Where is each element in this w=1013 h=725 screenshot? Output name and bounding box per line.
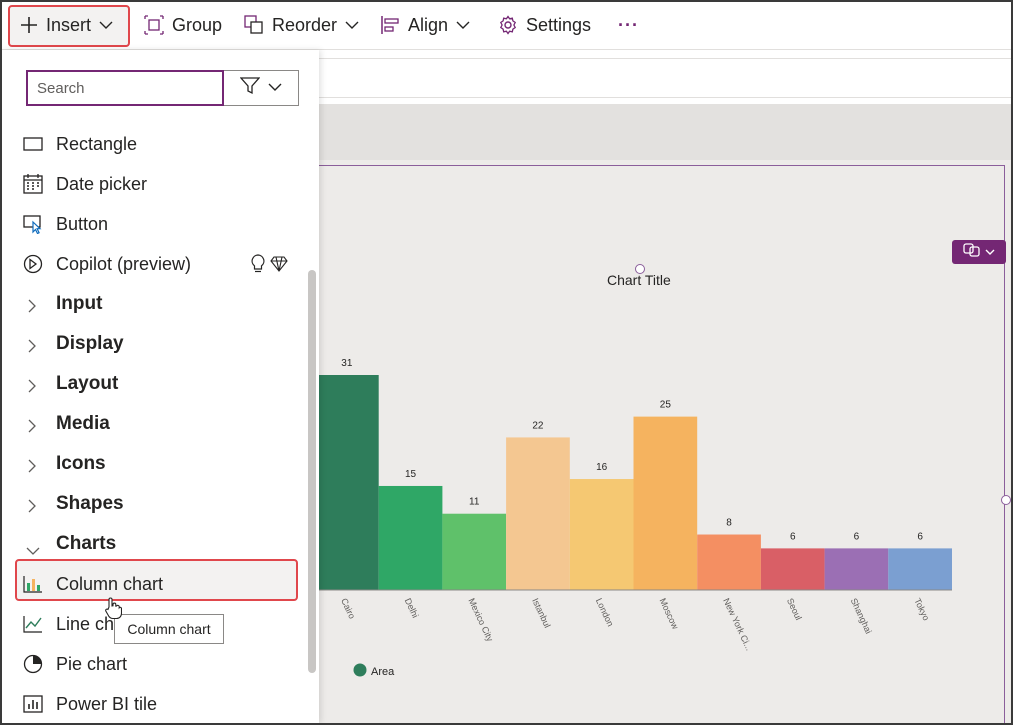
pane-scrollbar[interactable] xyxy=(308,270,316,673)
category-charts[interactable]: Charts xyxy=(2,524,302,564)
chevron-right-icon xyxy=(28,417,36,438)
insert-item-label: Date picker xyxy=(56,173,148,194)
insert-item-rectangle[interactable]: Rectangle xyxy=(2,124,302,164)
category-media[interactable]: Media xyxy=(2,404,302,444)
chevron-right-icon xyxy=(28,457,36,478)
rectangle-icon xyxy=(22,134,44,154)
insert-item-label: Button xyxy=(56,213,109,234)
category-display[interactable]: Display xyxy=(2,324,302,364)
category-layout[interactable]: Layout xyxy=(2,364,302,404)
category-input[interactable]: Input xyxy=(2,284,302,324)
copilot-icon xyxy=(963,242,981,262)
filter-icon xyxy=(239,76,261,100)
copilot-button[interactable] xyxy=(952,240,1006,264)
insert-item-date-picker[interactable]: Date picker xyxy=(2,164,302,204)
search-placeholder: Search xyxy=(37,79,85,97)
resize-handle-top[interactable] xyxy=(635,264,645,274)
chevron-down-icon xyxy=(26,539,40,560)
chart-title: Chart Title xyxy=(607,272,671,288)
column-chart-icon xyxy=(22,574,44,594)
insert-item-column-chart[interactable]: Column chart xyxy=(2,564,302,604)
insert-item-label: Copilot (preview) xyxy=(56,253,192,274)
column-chart-tooltip: Column chart xyxy=(114,614,224,644)
category-label: Layout xyxy=(56,373,119,394)
pie-chart-icon xyxy=(22,654,44,674)
calendar-icon xyxy=(22,174,44,194)
line-chart-icon xyxy=(22,614,44,634)
chevron-down-icon xyxy=(268,79,282,97)
button-icon xyxy=(22,214,44,234)
category-label: Media xyxy=(56,413,110,434)
chevron-down-icon xyxy=(985,243,995,261)
category-label: Shapes xyxy=(56,493,124,514)
insert-item-label: Pie chart xyxy=(56,653,128,674)
premium-diamond-icon xyxy=(270,256,288,277)
chevron-right-icon xyxy=(28,497,36,518)
chevron-right-icon xyxy=(28,377,36,398)
category-shapes[interactable]: Shapes xyxy=(2,484,302,524)
insert-item-label: Rectangle xyxy=(56,133,138,154)
category-label: Input xyxy=(56,293,103,314)
chevron-right-icon xyxy=(28,337,36,358)
insert-item-button[interactable]: Button xyxy=(2,204,302,244)
power-bi-icon xyxy=(22,694,44,714)
chevron-right-icon xyxy=(28,297,36,318)
insert-item-power-bi-tile[interactable]: Power BI tile xyxy=(2,684,302,723)
insert-item-label: Column chart xyxy=(56,573,164,594)
resize-handle-right[interactable] xyxy=(1001,495,1011,505)
lightbulb-icon xyxy=(250,254,266,279)
category-label: Display xyxy=(56,333,124,354)
insert-item-pie-chart[interactable]: Pie chart xyxy=(2,644,302,684)
filter-button[interactable] xyxy=(224,70,299,106)
category-label: Icons xyxy=(56,453,106,474)
copilot-icon xyxy=(22,254,44,274)
category-icons[interactable]: Icons xyxy=(2,444,302,484)
hand-cursor-icon xyxy=(104,596,123,625)
insert-item-label: Power BI tile xyxy=(56,693,158,714)
category-label: Charts xyxy=(56,533,117,554)
insert-item-copilot[interactable]: Copilot (preview) xyxy=(2,244,302,284)
search-input[interactable]: Search xyxy=(26,70,224,106)
